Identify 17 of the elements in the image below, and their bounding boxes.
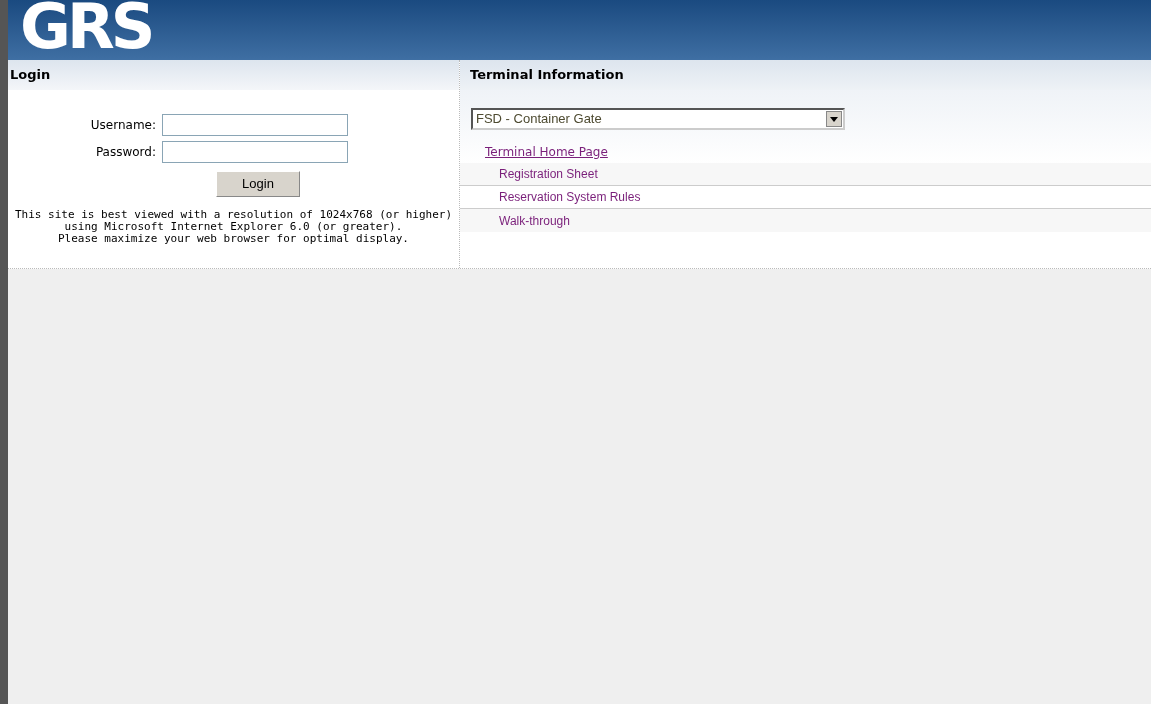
input-field[interactable] [162,114,348,136]
nav-link[interactable]: Reservation System Rules [499,188,641,206]
panel-title: Terminal Information [470,66,624,85]
nav-link[interactable]: Registration Sheet [499,165,598,183]
home-page-link[interactable]: Terminal Home Page [485,145,608,159]
field-label: Username: [89,117,157,134]
info-text: Please maximize your web browser for optimal display. [58,233,409,245]
panel-title: Login [10,66,51,85]
terminal-dropdown[interactable]: FSD - Container Gate [471,108,845,130]
field-label: Password: [94,144,157,161]
info-text: using Microsoft Internet Explorer 6.0 (or greater). [64,221,403,233]
dropdown-value: FSD - Container Gate [475,110,603,129]
nav-link[interactable]: Walk-through [499,211,570,230]
logo: GRS [20,0,152,58]
info-text: This site is best viewed with a resolution of 1024x768 (or higher) [14,209,453,221]
input-field[interactable] [162,141,348,163]
login-button[interactable]: Login [216,171,300,197]
